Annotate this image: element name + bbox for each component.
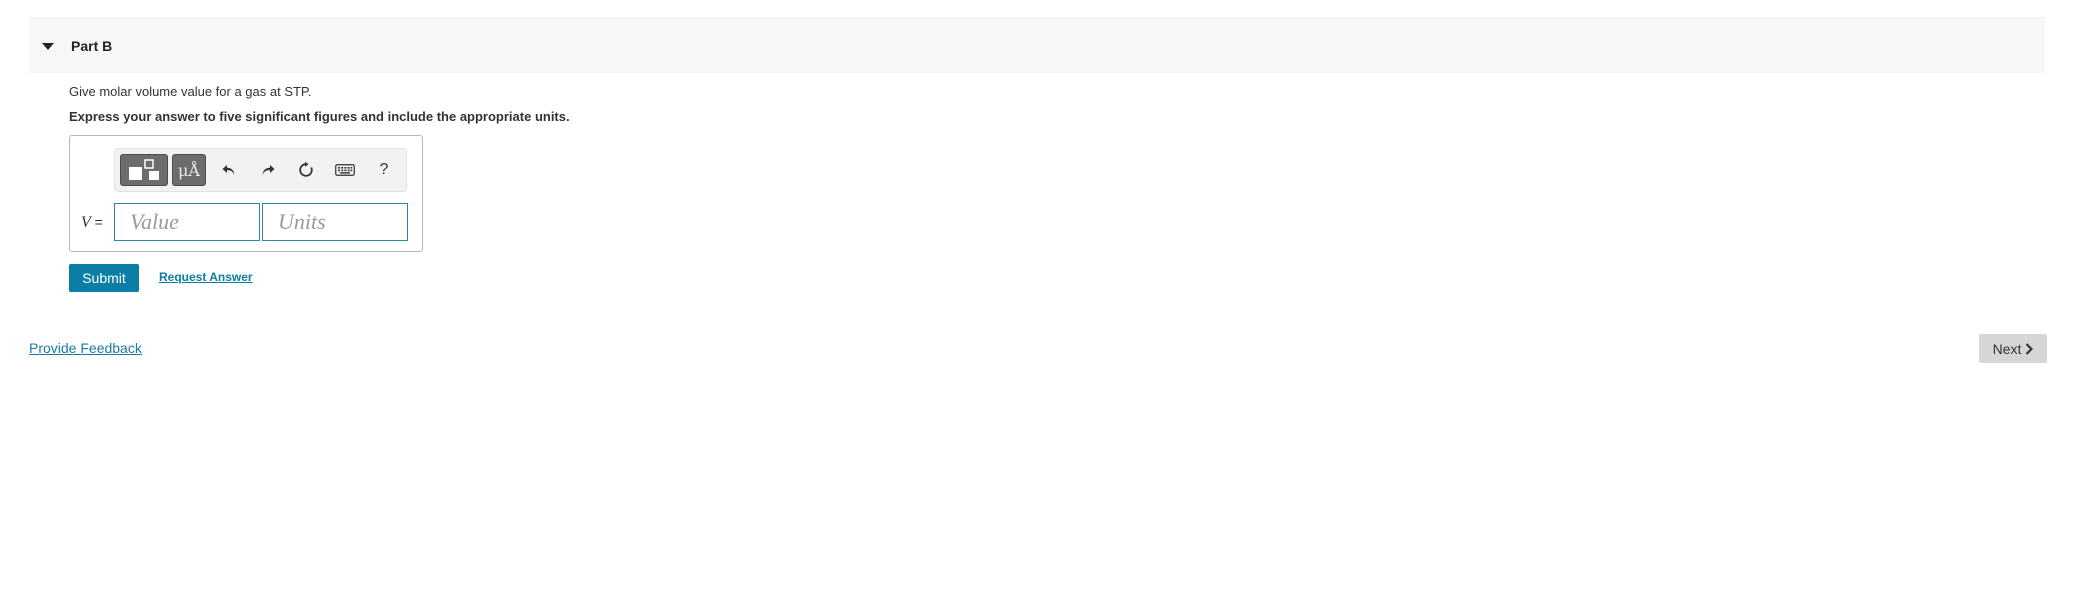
units-button[interactable]: μÅ [172,154,206,186]
page-root: Part B Give molar volume value for a gas… [0,0,2074,608]
part-title: Part B [71,37,113,54]
part-header[interactable]: Part B [29,17,2045,73]
reset-icon [299,161,313,177]
equals-sign: = [94,214,103,230]
undo-button[interactable] [216,154,242,186]
chevron-right-icon [2025,342,2034,355]
submit-button[interactable]: Submit [69,264,139,292]
units-label: μÅ [178,160,200,180]
question-text: Give molar volume value for a gas at STP… [69,84,312,99]
keyboard-button[interactable] [332,154,358,186]
instruction-text: Express your answer to five significant … [69,109,570,124]
help-label: ? [379,161,389,178]
provide-feedback-link[interactable]: Provide Feedback [29,340,142,356]
value-input[interactable] [114,203,260,241]
request-answer-link[interactable]: Request Answer [159,270,253,284]
templates-icon [129,159,159,180]
next-label: Next [1992,340,2022,357]
units-input[interactable] [262,203,408,241]
caret-down-icon[interactable] [42,42,54,50]
redo-icon [262,165,275,175]
redo-button[interactable] [255,154,281,186]
variable-label: V = [81,214,103,232]
variable-name: V [81,214,91,231]
math-toolbar: μÅ ? [114,148,407,192]
help-button[interactable]: ? [371,154,397,186]
next-button[interactable]: Next [1979,334,2047,363]
undo-icon [222,165,235,175]
answer-box: μÅ ? V = Value Units [69,135,423,252]
templates-button[interactable] [120,154,168,186]
reset-button[interactable] [293,154,319,186]
keyboard-icon [335,164,355,176]
